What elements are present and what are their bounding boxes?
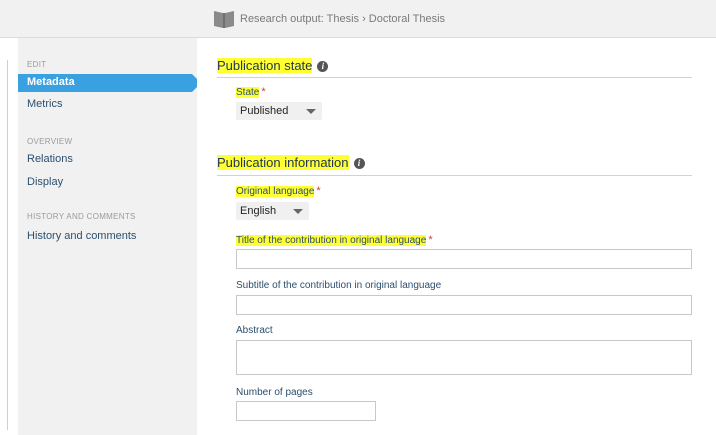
sidebar-heading-history: HISTORY AND COMMENTS xyxy=(27,212,136,221)
title-original-language-label: Title of the contribution in original la… xyxy=(236,234,433,246)
number-of-pages-label: Number of pages xyxy=(236,387,313,398)
sidebar-item-display[interactable]: Display xyxy=(27,176,63,188)
required-marker: * xyxy=(261,86,266,98)
abstract-label: Abstract xyxy=(236,325,273,336)
main-content: Publication state i State * Published Publ… xyxy=(197,38,716,435)
sidebar-item-metrics[interactable]: Metrics xyxy=(27,98,62,110)
abstract-textarea[interactable] xyxy=(236,340,692,375)
section-title-publication-state: Publication state i xyxy=(217,58,329,73)
original-language-label: Original language * xyxy=(236,185,321,197)
chevron-down-icon xyxy=(293,209,303,214)
required-marker: * xyxy=(428,234,433,246)
window-edge-divider xyxy=(7,60,8,430)
title-original-language-input[interactable] xyxy=(236,249,692,269)
book-icon xyxy=(214,11,234,28)
sidebar-item-label: Metadata xyxy=(27,76,75,88)
page: Research output: Thesis › Doctoral Thesi… xyxy=(0,0,716,435)
section-title-publication-information: Publication information i xyxy=(217,155,365,170)
sidebar-item-history-and-comments[interactable]: History and comments xyxy=(27,230,136,242)
subtitle-original-language-label: Subtitle of the contribution in original… xyxy=(236,280,442,291)
top-header: Research output: Thesis › Doctoral Thesi… xyxy=(0,0,716,38)
info-icon[interactable]: i xyxy=(317,61,329,72)
section-divider xyxy=(217,77,692,78)
info-icon[interactable]: i xyxy=(353,158,365,169)
number-of-pages-input[interactable] xyxy=(236,401,376,421)
sidebar-item-relations[interactable]: Relations xyxy=(27,153,73,165)
section-divider xyxy=(217,175,692,176)
sidebar: EDIT Metadata Metrics OVERVIEW Relations… xyxy=(18,38,201,435)
subtitle-original-language-input[interactable] xyxy=(236,295,692,315)
sidebar-heading-overview: OVERVIEW xyxy=(27,137,73,146)
state-select[interactable]: Published xyxy=(236,102,322,120)
breadcrumb: Research output: Thesis › Doctoral Thesi… xyxy=(240,13,446,25)
sidebar-heading-edit: EDIT xyxy=(27,60,47,69)
original-language-select[interactable]: English xyxy=(236,202,309,220)
sidebar-item-metadata[interactable]: Metadata xyxy=(18,74,201,92)
required-marker: * xyxy=(316,185,321,197)
chevron-down-icon xyxy=(306,109,316,114)
state-label: State * xyxy=(236,86,266,98)
